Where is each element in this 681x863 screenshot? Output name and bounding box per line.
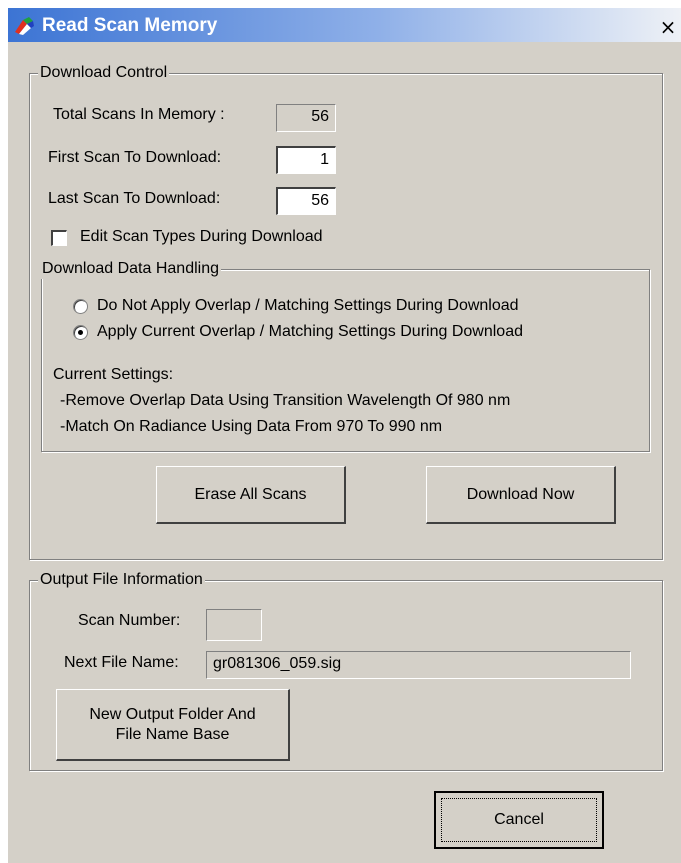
read-scan-memory-dialog: Read Scan Memory × Download Control Tota… — [8, 8, 681, 863]
next-file-label: Next File Name: — [64, 654, 179, 671]
cancel-button[interactable]: Cancel — [434, 791, 604, 849]
apply-radio[interactable] — [73, 325, 88, 340]
data-handling-legend: Download Data Handling — [40, 259, 221, 279]
setting-line-match: -Match On Radiance Using Data From 970 T… — [60, 418, 443, 435]
total-scans-field: 56 — [276, 104, 336, 132]
last-scan-input[interactable]: 56 — [276, 187, 336, 215]
scan-number-field — [206, 609, 262, 641]
no-apply-radio[interactable] — [73, 299, 88, 314]
first-scan-input[interactable]: 1 — [276, 146, 336, 174]
edit-scan-types-label[interactable]: Edit Scan Types During Download — [80, 227, 323, 247]
next-file-field: gr081306_059.sig — [206, 651, 631, 679]
close-icon[interactable]: × — [658, 17, 678, 37]
radio-selected-dot — [78, 330, 83, 335]
window-title: Read Scan Memory — [42, 15, 218, 36]
total-scans-label: Total Scans In Memory : — [53, 106, 225, 123]
current-settings-heading: Current Settings: — [53, 366, 174, 383]
download-now-button[interactable]: Download Now — [426, 466, 616, 524]
last-scan-label: Last Scan To Download: — [48, 190, 221, 207]
setting-line-overlap: -Remove Overlap Data Using Transition Wa… — [60, 392, 511, 409]
title-bar: Read Scan Memory × — [8, 8, 681, 42]
apply-label[interactable]: Apply Current Overlap / Matching Setting… — [97, 322, 523, 342]
scan-number-label: Scan Number: — [78, 612, 181, 629]
first-scan-label: First Scan To Download: — [48, 149, 222, 166]
output-file-legend: Output File Information — [38, 570, 205, 590]
app-logo-icon — [15, 17, 34, 35]
download-control-legend: Download Control — [38, 63, 170, 83]
focus-rectangle — [441, 798, 597, 842]
no-apply-label[interactable]: Do Not Apply Overlap / Matching Settings… — [97, 296, 519, 316]
edit-scan-types-checkbox[interactable] — [51, 230, 67, 246]
new-output-folder-button[interactable]: New Output Folder And File Name Base — [56, 689, 290, 761]
erase-all-scans-button[interactable]: Erase All Scans — [156, 466, 346, 524]
